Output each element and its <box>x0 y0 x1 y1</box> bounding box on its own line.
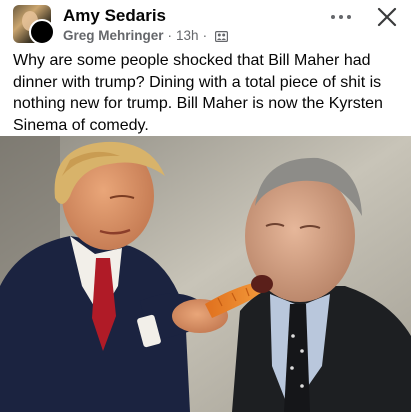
close-button[interactable] <box>375 5 399 29</box>
post-meta: Greg Mehringer · 13h · <box>63 28 229 43</box>
shared-by-name[interactable]: Greg Mehringer <box>63 28 164 43</box>
meta-separator-2: · <box>202 28 208 43</box>
post-card: Amy Sedaris Greg Mehringer · 13h · Why a… <box>0 0 411 420</box>
post-header: Amy Sedaris Greg Mehringer · 13h · <box>0 0 411 48</box>
author-name[interactable]: Amy Sedaris <box>63 6 166 26</box>
group-icon <box>215 30 229 42</box>
meta-separator: · <box>167 28 173 43</box>
close-icon <box>377 7 397 27</box>
more-horizontal-icon-dot-2 <box>347 15 351 19</box>
more-horizontal-icon-dot <box>339 15 343 19</box>
author-avatar[interactable] <box>13 5 55 45</box>
more-options-button[interactable] <box>328 8 354 26</box>
post-photo <box>0 136 411 412</box>
post-timestamp[interactable]: 13h <box>176 28 199 43</box>
more-horizontal-icon <box>331 15 335 19</box>
post-image[interactable] <box>0 136 411 412</box>
post-text: Why are some people shocked that Bill Ma… <box>13 52 383 134</box>
avatar-badge <box>29 19 55 45</box>
